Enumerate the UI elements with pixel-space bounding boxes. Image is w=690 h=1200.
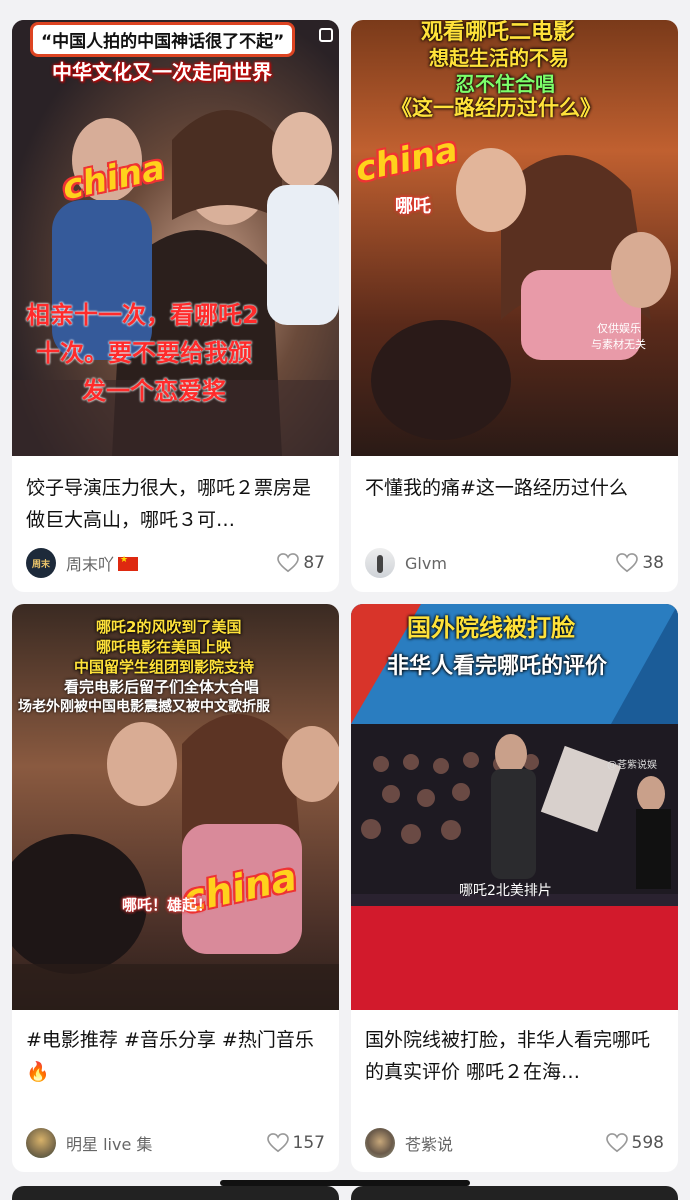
note-card[interactable]: 观看哪吒二电影 想起生活的不易 忍不住合唱 《这一路经历过什么》 china 哪… xyxy=(351,20,678,592)
note-title[interactable]: 国外院线被打脸，非华人看完哪吒的真实评价 哪吒２在海… xyxy=(365,1024,664,1088)
cover-subheadline: 非华人看完哪吒的评价 xyxy=(387,654,608,679)
cover-headline: 国外院线被打脸 xyxy=(407,614,575,642)
cover-text-line: 想起生活的不易 xyxy=(429,46,569,70)
cover-text-line: 《这一路经历过什么》 xyxy=(391,96,601,120)
author-name[interactable]: Glvm xyxy=(405,554,447,573)
cover-caption: 哪吒2北美排片 xyxy=(459,883,552,899)
next-note-card-partial[interactable] xyxy=(351,1186,678,1200)
note-meta: 明星 live 集 157 xyxy=(26,1128,325,1158)
like-count: 598 xyxy=(631,1133,664,1153)
cover-text-line: 哪吒2的风吹到了美国 xyxy=(96,618,242,636)
cover-text-line: 场老外刚被中国电影震撼又被中文歌折服 xyxy=(18,699,270,715)
heart-icon xyxy=(605,1133,628,1153)
note-card[interactable]: “中国人拍的中国神话很了不起” 中华文化又一次走向世界 china 相亲十一次，… xyxy=(12,20,339,592)
note-cover-image[interactable]: 哪吒2的风吹到了美国 哪吒电影在美国上映 中国留学生组团到影院支持 看完电影后留… xyxy=(12,604,339,1010)
note-feed: “中国人拍的中国神话很了不起” 中华文化又一次走向世界 china 相亲十一次，… xyxy=(0,0,690,1200)
author-avatar[interactable]: 周末 xyxy=(26,548,56,578)
note-cover-image[interactable]: 观看哪吒二电影 想起生活的不易 忍不住合唱 《这一路经历过什么》 china 哪… xyxy=(351,20,678,456)
cover-caption-line: 相亲十一次，看哪吒2 xyxy=(26,301,259,329)
author-name[interactable]: 明星 live 集 xyxy=(66,1131,152,1155)
note-meta: 苍紫说 598 xyxy=(365,1128,664,1158)
like-button[interactable]: 87 xyxy=(277,553,325,573)
china-flag-icon xyxy=(118,555,139,571)
cover-sticker-sub: 哪吒 xyxy=(395,196,431,217)
cover-caption-line: 十次。要不要给我颁 xyxy=(36,339,252,367)
multi-image-icon xyxy=(319,28,333,42)
author-name[interactable]: 周末吖 xyxy=(66,551,139,575)
cover-watermark: 仅供娱乐 xyxy=(597,322,641,335)
home-indicator xyxy=(220,1180,470,1186)
heart-icon xyxy=(616,553,639,573)
cover-text-line: 看完电影后留子们全体大合唱 xyxy=(64,678,260,696)
cover-sticker-sub: 哪吒！雄起！ xyxy=(122,896,213,914)
cover-text-line: 中国留学生组团到影院支持 xyxy=(74,658,255,676)
heart-icon xyxy=(277,553,300,573)
note-cover-image[interactable]: “中国人拍的中国神话很了不起” 中华文化又一次走向世界 china 相亲十一次，… xyxy=(12,20,339,456)
like-count: 157 xyxy=(292,1133,325,1153)
note-title[interactable]: #电影推荐 #音乐分享 #热门音乐🔥 xyxy=(26,1024,325,1088)
like-button[interactable]: 598 xyxy=(605,1133,664,1153)
note-card[interactable]: 国外院线被打脸 非华人看完哪吒的评价 @苍紫说娱 哪吒2北美排片 国外院线被打脸… xyxy=(351,604,678,1172)
like-button[interactable]: 38 xyxy=(616,553,664,573)
author-avatar[interactable] xyxy=(365,1128,395,1158)
heart-icon xyxy=(266,1133,289,1153)
next-note-card-partial[interactable] xyxy=(12,1186,339,1200)
note-meta: 周末 周末吖 87 xyxy=(26,548,325,578)
note-card[interactable]: 哪吒2的风吹到了美国 哪吒电影在美国上映 中国留学生组团到影院支持 看完电影后留… xyxy=(12,604,339,1172)
cover-text-line: 哪吒电影在美国上映 xyxy=(96,638,232,656)
cover-caption-line: 发一个恋爱奖 xyxy=(82,377,226,405)
note-title[interactable]: 不懂我的痛#这一路经历过什么 xyxy=(365,472,664,504)
author-name-text: 周末吖 xyxy=(66,555,115,574)
like-count: 87 xyxy=(303,553,325,573)
author-avatar[interactable] xyxy=(365,548,395,578)
cover-subtitle-text: 中华文化又一次走向世界 xyxy=(52,60,272,84)
author-avatar[interactable] xyxy=(26,1128,56,1158)
like-count: 38 xyxy=(642,553,664,573)
cover-watermark: @苍紫说娱 xyxy=(607,760,657,771)
note-cover-image[interactable]: 国外院线被打脸 非华人看完哪吒的评价 @苍紫说娱 哪吒2北美排片 xyxy=(351,604,678,1010)
cover-watermark: 与素材无关 xyxy=(591,338,646,351)
note-meta: Glvm 38 xyxy=(365,548,664,578)
note-title[interactable]: 饺子导演压力很大，哪吒２票房是做巨大高山，哪吒３可… xyxy=(26,472,325,536)
like-button[interactable]: 157 xyxy=(266,1133,325,1153)
author-name[interactable]: 苍紫说 xyxy=(405,1131,453,1155)
cover-banner-text: “中国人拍的中国神话很了不起” xyxy=(30,22,296,57)
